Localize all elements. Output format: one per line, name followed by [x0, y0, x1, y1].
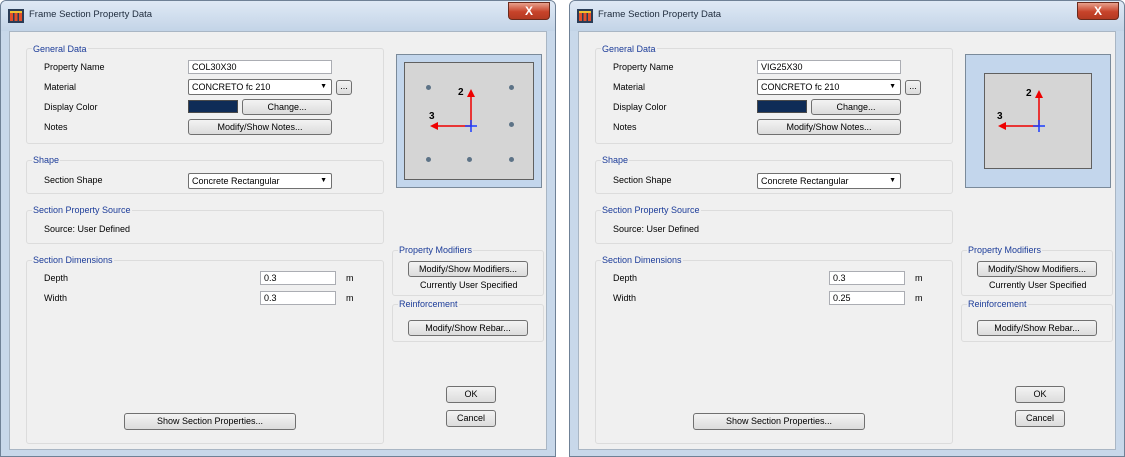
section-preview-canvas: 2 3 [984, 73, 1092, 169]
cancel-button[interactable]: Cancel [446, 410, 496, 427]
show-section-properties-button[interactable]: Show Section Properties... [693, 413, 865, 430]
modify-show-rebar-button[interactable]: Modify/Show Rebar... [408, 320, 528, 336]
section-shape-label: Section Shape [44, 175, 103, 185]
modifiers-status-text: Currently User Specified [989, 280, 1087, 290]
chevron-down-icon: ▼ [320, 83, 327, 90]
depth-input[interactable]: 0.3 [829, 271, 905, 285]
property-name-input[interactable]: COL30X30 [188, 60, 332, 74]
width-label: Width [44, 293, 68, 303]
width-input[interactable]: 0.25 [829, 291, 905, 305]
material-label: Material [44, 82, 77, 92]
material-dropdown[interactable]: CONCRETO fc 210 ▼ [757, 79, 901, 95]
modify-show-modifiers-button[interactable]: Modify/Show Modifiers... [408, 261, 528, 277]
section-dimensions-title: Section Dimensions [601, 255, 683, 265]
show-section-properties-button[interactable]: Show Section Properties... [124, 413, 296, 430]
display-color-label: Display Color [613, 102, 667, 112]
chevron-down-icon: ▼ [889, 177, 896, 184]
section-preview-canvas: 2 3 [404, 62, 534, 180]
material-value: CONCRETO fc 210 [192, 82, 271, 92]
close-button[interactable]: X [508, 2, 550, 20]
display-color-label: Display Color [44, 102, 98, 112]
window-title: Frame Section Property Data [29, 9, 153, 20]
window-title: Frame Section Property Data [598, 9, 722, 20]
display-color-swatch [757, 100, 807, 113]
modify-show-notes-button[interactable]: Modify/Show Notes... [757, 119, 901, 135]
property-name-label: Property Name [613, 62, 674, 72]
width-unit: m [346, 293, 354, 303]
modify-show-rebar-button[interactable]: Modify/Show Rebar... [977, 320, 1097, 336]
local-axes-icon [430, 89, 477, 132]
section-shape-label: Section Shape [613, 175, 672, 185]
right-title-bar[interactable]: Frame Section Property Data X [570, 1, 1124, 31]
chevron-down-icon: ▼ [889, 83, 896, 90]
dialog-client-area: General Data Property Name COL30X30 Mate… [9, 31, 547, 450]
property-name-input[interactable]: VIG25X30 [757, 60, 901, 74]
depth-label: Depth [44, 273, 69, 283]
material-browse-button[interactable]: ... [905, 80, 921, 95]
local-axes-icon [998, 90, 1045, 132]
dialog-client-area: General Data Property Name VIG25X30 Mate… [578, 31, 1116, 450]
ok-button[interactable]: OK [446, 386, 496, 403]
depth-unit: m [346, 273, 354, 283]
left-dialog-window: Frame Section Property Data X General Da… [0, 0, 556, 457]
property-name-label: Property Name [44, 62, 105, 72]
axis-3-label: 3 [997, 111, 1003, 122]
section-shape-value: Concrete Rectangular [761, 176, 849, 186]
modifiers-status-text: Currently User Specified [420, 280, 518, 290]
section-property-source-title: Section Property Source [32, 205, 132, 215]
general-data-title: General Data [601, 44, 657, 54]
depth-input[interactable]: 0.3 [260, 271, 336, 285]
section-dimensions-title: Section Dimensions [32, 255, 114, 265]
property-modifiers-title: Property Modifiers [398, 245, 474, 255]
chevron-down-icon: ▼ [320, 177, 327, 184]
reinforcement-title: Reinforcement [967, 299, 1028, 309]
depth-unit: m [915, 273, 923, 283]
axis-2-label: 2 [458, 87, 464, 98]
section-property-source-title: Section Property Source [601, 205, 701, 215]
section-shape-value: Concrete Rectangular [192, 176, 280, 186]
reinforcement-title: Reinforcement [398, 299, 459, 309]
general-data-title: General Data [32, 44, 88, 54]
notes-label: Notes [613, 122, 637, 132]
section-shape-dropdown[interactable]: Concrete Rectangular ▼ [188, 173, 332, 189]
material-label: Material [613, 82, 646, 92]
property-modifiers-title: Property Modifiers [967, 245, 1043, 255]
notes-label: Notes [44, 122, 68, 132]
axis-3-label: 3 [429, 111, 435, 122]
section-preview: 2 3 [965, 54, 1111, 188]
left-title-bar[interactable]: Frame Section Property Data X [1, 1, 555, 31]
width-unit: m [915, 293, 923, 303]
section-shape-dropdown[interactable]: Concrete Rectangular ▼ [757, 173, 901, 189]
modify-show-notes-button[interactable]: Modify/Show Notes... [188, 119, 332, 135]
right-dialog-window: Frame Section Property Data X General Da… [569, 0, 1125, 457]
shape-title: Shape [601, 155, 630, 165]
width-input[interactable]: 0.3 [260, 291, 336, 305]
material-dropdown[interactable]: CONCRETO fc 210 ▼ [188, 79, 332, 95]
material-browse-button[interactable]: ... [336, 80, 352, 95]
cancel-button[interactable]: Cancel [1015, 410, 1065, 427]
shape-title: Shape [32, 155, 61, 165]
width-label: Width [613, 293, 637, 303]
change-color-button[interactable]: Change... [811, 99, 901, 115]
etabs-app-icon [8, 9, 24, 23]
axis-2-label: 2 [1026, 88, 1032, 99]
source-text: Source: User Defined [44, 224, 131, 234]
depth-label: Depth [613, 273, 638, 283]
close-button[interactable]: X [1077, 2, 1119, 20]
etabs-app-icon [577, 9, 593, 23]
modify-show-modifiers-button[interactable]: Modify/Show Modifiers... [977, 261, 1097, 277]
display-color-swatch [188, 100, 238, 113]
section-preview: 2 3 [396, 54, 542, 188]
source-text: Source: User Defined [613, 224, 700, 234]
material-value: CONCRETO fc 210 [761, 82, 840, 92]
ok-button[interactable]: OK [1015, 386, 1065, 403]
change-color-button[interactable]: Change... [242, 99, 332, 115]
